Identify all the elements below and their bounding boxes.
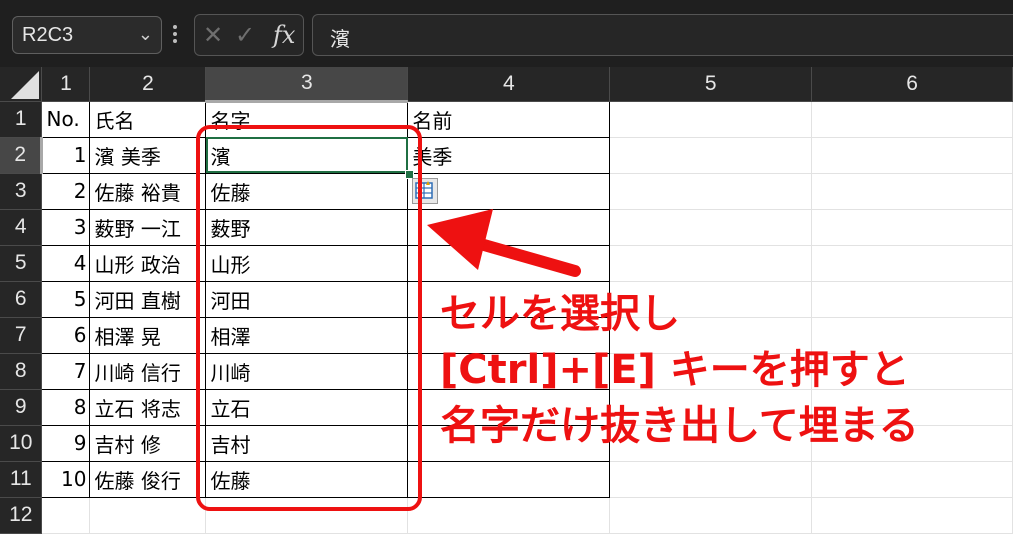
callout-line-3: 名字だけ抜き出して埋まる (440, 403, 919, 449)
table-cell[interactable]: 薮野 (205, 208, 409, 246)
table-cell[interactable]: 佐藤 裕貴 (89, 172, 207, 210)
table-row: 11 10 佐藤 俊行 佐藤 (0, 460, 1013, 498)
table-cell[interactable]: 氏名 (89, 100, 207, 138)
table-cell[interactable] (609, 100, 813, 138)
table-cell[interactable]: 山形 (205, 244, 409, 282)
flash-fill-options-icon[interactable] (412, 178, 438, 204)
formula-bar: R2C3 ⌄ ✕ ✓ fx 濱 (0, 0, 1013, 67)
column-header-selected[interactable]: 3 (205, 67, 409, 103)
table-row: 4 3 薮野 一江 薮野 (0, 208, 1013, 246)
name-box-value: R2C3 (22, 24, 74, 46)
formula-value: 濱 (330, 27, 350, 51)
table-cell[interactable]: 美季 (407, 136, 611, 174)
table-cell[interactable] (811, 172, 1013, 210)
table-cell[interactable]: 立石 将志 (89, 388, 207, 426)
table-cell[interactable]: 山形 政治 (89, 244, 207, 282)
table-cell[interactable]: 佐藤 俊行 (89, 460, 207, 498)
table-cell[interactable]: 濱 美季 (89, 136, 207, 174)
column-header[interactable]: 6 (811, 67, 1013, 102)
table-cell[interactable] (811, 136, 1013, 174)
table-cell[interactable] (811, 460, 1013, 498)
formula-input[interactable]: 濱 (312, 14, 1013, 56)
row-header[interactable]: 4 (0, 209, 43, 246)
table-cell[interactable]: 吉村 (205, 424, 409, 462)
table-cell[interactable]: 4 (41, 244, 91, 282)
callout-line-1: セルを選択し (440, 291, 680, 337)
cross-icon[interactable]: ✕ (203, 21, 223, 49)
column-header[interactable]: 2 (89, 67, 207, 102)
table-cell[interactable]: 立石 (205, 388, 409, 426)
table-cell[interactable] (609, 136, 813, 174)
table-cell[interactable] (609, 496, 813, 534)
callout-line-2: [Ctrl]+[E] キーを押すと (440, 347, 910, 393)
table-cell[interactable]: 7 (41, 352, 91, 390)
table-cell[interactable]: 川崎 信行 (89, 352, 207, 390)
table-cell[interactable] (41, 496, 91, 534)
table-cell[interactable]: 10 (41, 460, 91, 498)
table-cell[interactable] (407, 244, 611, 282)
active-cell[interactable]: 濱 (205, 136, 409, 174)
row-header[interactable]: 12 (0, 497, 43, 534)
table-row: 21濱 美季濱美季 (0, 136, 1013, 174)
table-cell[interactable]: 9 (41, 424, 91, 462)
table-cell[interactable] (89, 496, 207, 534)
column-header[interactable]: 5 (609, 67, 813, 102)
row-header[interactable]: 9 (0, 389, 43, 426)
instruction-callout: セルを選択し [Ctrl]+[E] キーを押すと 名字だけ抜き出して埋まる (440, 286, 1010, 454)
row-header-selected[interactable]: 2 (0, 137, 44, 174)
row-header[interactable]: 5 (0, 245, 43, 282)
more-options-icon[interactable] (170, 22, 180, 48)
formula-buttons: ✕ ✓ fx (194, 14, 304, 56)
table-row: 5 4 山形 政治 山形 (0, 244, 1013, 282)
column-header[interactable]: 1 (41, 67, 91, 102)
row-header[interactable]: 8 (0, 353, 43, 390)
table-cell[interactable]: 5 (41, 280, 91, 318)
table-cell[interactable]: 佐藤 (205, 460, 409, 498)
row-header[interactable]: 10 (0, 425, 43, 462)
table-cell[interactable] (609, 208, 813, 246)
table-cell[interactable]: 川崎 (205, 352, 409, 390)
row-header[interactable]: 3 (0, 173, 43, 210)
table-cell[interactable] (609, 172, 813, 210)
table-cell[interactable]: 名字 (205, 100, 409, 138)
table-cell[interactable] (609, 244, 813, 282)
table-row: 1 No. 氏名 名字 名前 (0, 100, 1013, 138)
table-cell[interactable] (205, 496, 409, 534)
table-row: 12 (0, 496, 1013, 534)
table-cell[interactable]: 8 (41, 388, 91, 426)
table-cell[interactable] (811, 208, 1013, 246)
row-header[interactable]: 11 (0, 461, 43, 498)
table-cell[interactable]: 相澤 (205, 316, 409, 354)
insert-function-icon[interactable]: fx (273, 21, 295, 49)
row-header[interactable]: 1 (0, 101, 43, 138)
row-header[interactable]: 7 (0, 317, 43, 354)
table-row: 3 2 佐藤 裕貴 佐藤 (0, 172, 1013, 210)
table-cell[interactable]: No. (41, 100, 91, 138)
table-cell[interactable]: 吉村 修 (89, 424, 207, 462)
table-cell[interactable]: 河田 直樹 (89, 280, 207, 318)
table-cell[interactable] (811, 244, 1013, 282)
table-cell[interactable]: 薮野 一江 (89, 208, 207, 246)
table-cell[interactable] (407, 496, 611, 534)
table-cell[interactable]: 名前 (407, 100, 611, 138)
table-cell[interactable] (407, 208, 611, 246)
table-cell[interactable]: 1 (41, 136, 91, 174)
table-cell[interactable]: 2 (41, 172, 91, 210)
table-cell[interactable] (811, 100, 1013, 138)
table-cell[interactable]: 3 (41, 208, 91, 246)
check-icon[interactable]: ✓ (235, 21, 255, 49)
name-box[interactable]: R2C3 ⌄ (12, 16, 162, 54)
column-header[interactable]: 4 (407, 67, 611, 102)
table-cell[interactable] (811, 496, 1013, 534)
chevron-down-icon[interactable]: ⌄ (138, 24, 153, 45)
table-cell[interactable]: 相澤 晃 (89, 316, 207, 354)
table-cell[interactable] (407, 172, 611, 210)
row-header[interactable]: 6 (0, 281, 43, 318)
table-cell[interactable]: 佐藤 (205, 172, 409, 210)
select-all-corner[interactable] (0, 67, 43, 102)
table-cell[interactable] (407, 460, 611, 498)
table-cell[interactable]: 河田 (205, 280, 409, 318)
table-cell[interactable] (609, 460, 813, 498)
table-cell[interactable]: 6 (41, 316, 91, 354)
